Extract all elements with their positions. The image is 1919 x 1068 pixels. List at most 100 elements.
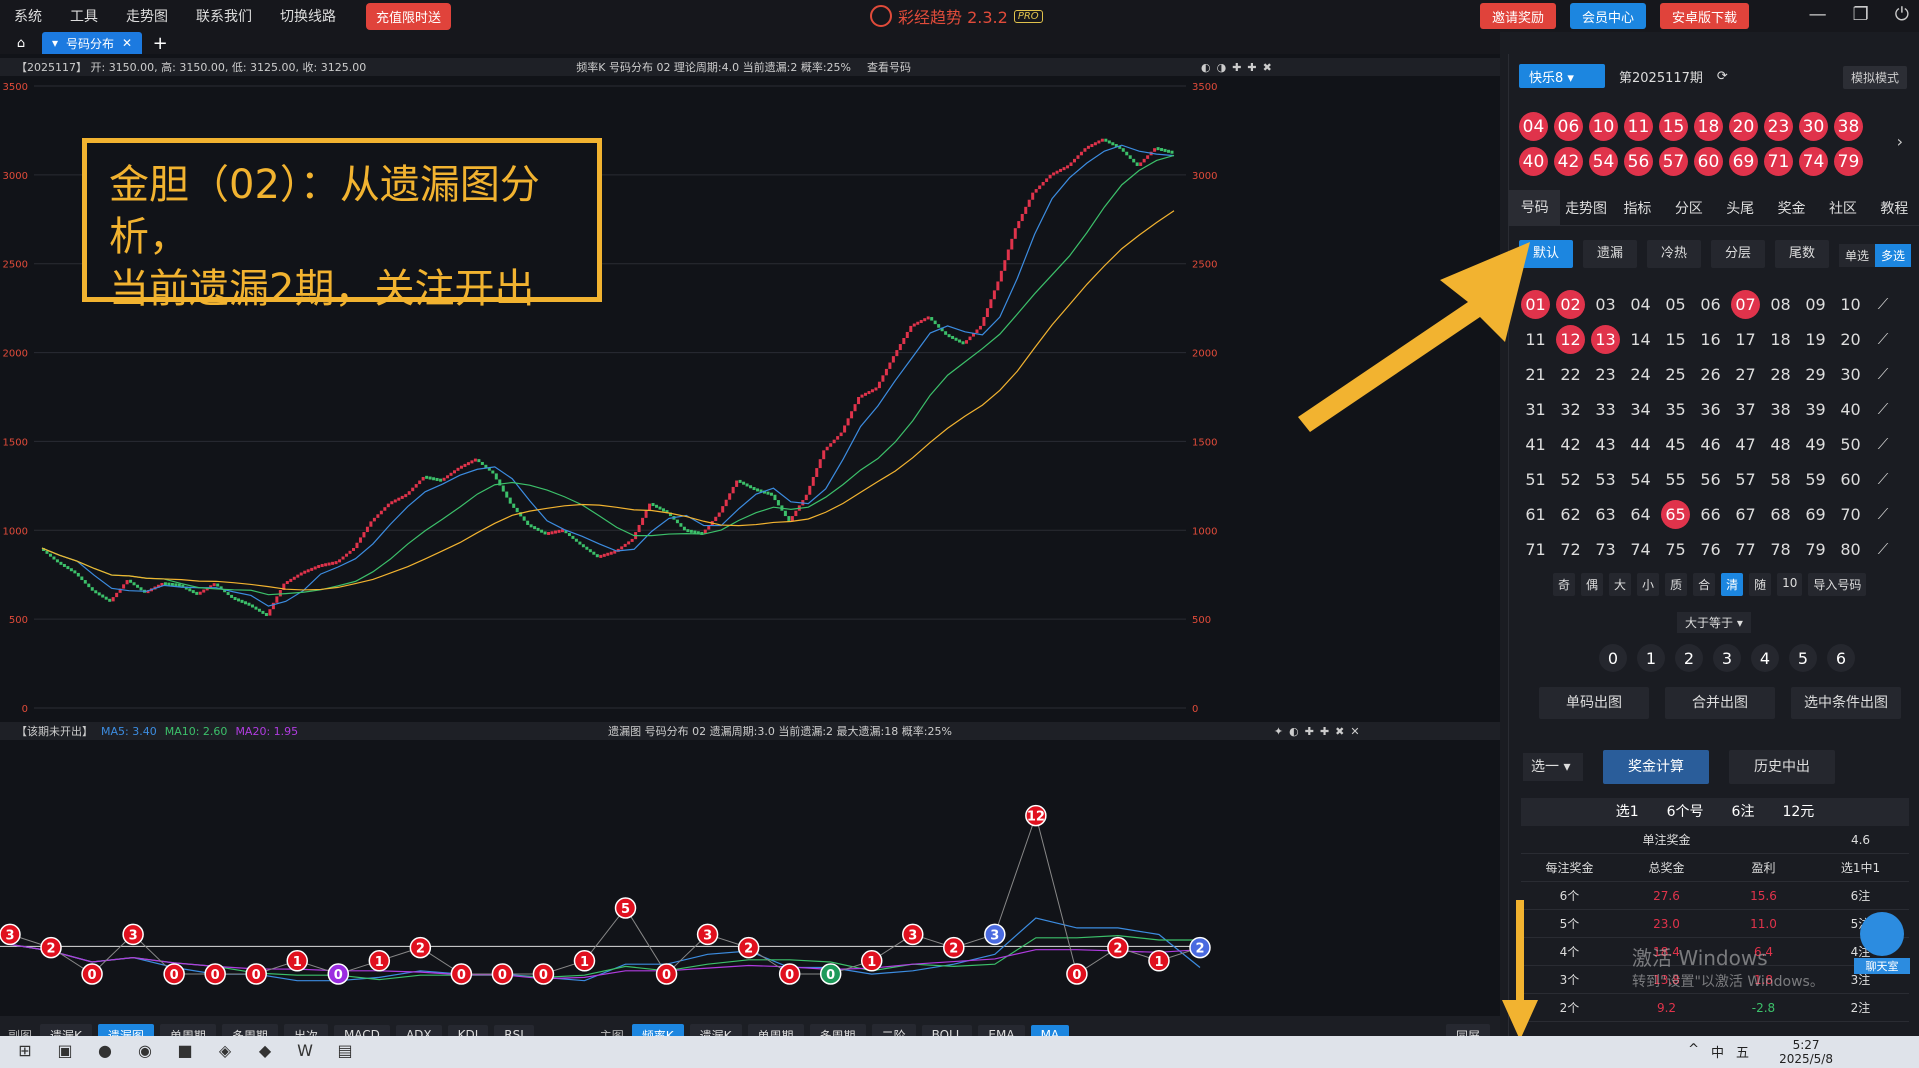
number-cell[interactable]: 38 [1766,395,1795,424]
number-cell[interactable]: 15 [1661,325,1690,354]
number-cell[interactable]: 46 [1696,430,1725,459]
tray-chevron-icon[interactable]: ^ [1688,1042,1699,1061]
menu-system[interactable]: 系统 [14,6,42,26]
number-cell[interactable]: 79 [1801,535,1830,564]
sub-tab[interactable]: 分层 [1711,240,1765,268]
number-cell[interactable]: 62 [1556,500,1585,529]
single-select-button[interactable]: 单选 [1838,244,1875,267]
number-cell[interactable]: 33 [1591,395,1620,424]
number-cell[interactable]: 80 [1836,535,1865,564]
number-cell[interactable]: 77 [1731,535,1760,564]
wechat-icon[interactable]: ● [90,1041,120,1063]
number-cell[interactable]: 71 [1521,535,1550,564]
count-button[interactable]: 4 [1751,644,1779,672]
number-cell[interactable]: 48 [1766,430,1795,459]
minimize-icon[interactable]: — [1809,4,1827,25]
number-cell[interactable]: 12 [1556,325,1585,354]
filter-button[interactable]: 清 [1721,573,1744,596]
number-cell[interactable]: 36 [1696,395,1725,424]
filter-button[interactable]: 随 [1749,573,1772,596]
filter-button[interactable]: 小 [1637,573,1660,596]
menu-tools[interactable]: 工具 [70,6,98,26]
number-cell[interactable]: 64 [1626,500,1655,529]
number-cell[interactable]: 17 [1731,325,1760,354]
nav-tab[interactable]: 奖金 [1766,198,1817,218]
number-cell[interactable]: 47 [1731,430,1760,459]
sub-tab[interactable]: 遗漏 [1583,240,1637,268]
chevron-right-icon[interactable]: › [1897,132,1903,151]
number-cell[interactable]: 03 [1591,290,1620,319]
nav-tab[interactable]: 教程 [1869,198,1919,218]
number-cell[interactable]: 07 [1731,290,1760,319]
number-cell[interactable]: 50 [1836,430,1865,459]
number-cell[interactable]: 51 [1521,465,1550,494]
trend-chart-icon[interactable]: ⟋ [1871,330,1895,350]
number-cell[interactable]: 63 [1591,500,1620,529]
count-button[interactable]: 0 [1599,644,1627,672]
number-cell[interactable]: 76 [1696,535,1725,564]
number-cell[interactable]: 56 [1696,465,1725,494]
power-icon[interactable]: ⏻ [1895,4,1909,25]
count-button[interactable]: 5 [1789,644,1817,672]
number-cell[interactable]: 60 [1836,465,1865,494]
invite-button[interactable]: 邀请奖励 [1479,3,1556,29]
number-cell[interactable]: 49 [1801,430,1830,459]
filter-button[interactable]: 导入号码 [1808,573,1867,596]
number-cell[interactable]: 37 [1731,395,1760,424]
number-cell[interactable]: 04 [1626,290,1655,319]
nav-tab[interactable]: 分区 [1663,198,1714,218]
filter-button[interactable]: 合 [1693,573,1716,596]
number-cell[interactable]: 20 [1836,325,1865,354]
count-button[interactable]: 2 [1675,644,1703,672]
number-cell[interactable]: 53 [1591,465,1620,494]
number-cell[interactable]: 68 [1766,500,1795,529]
number-cell[interactable]: 18 [1766,325,1795,354]
tab-number-distribution[interactable]: ▾ 号码分布 ✕ [42,32,143,54]
number-cell[interactable]: 42 [1556,430,1585,459]
single-output-button[interactable]: 单码出图 [1539,687,1649,719]
number-cell[interactable]: 06 [1696,290,1725,319]
number-cell[interactable]: 24 [1626,360,1655,389]
browser-icon[interactable]: ◉ [130,1041,160,1063]
close-icon[interactable]: ✕ [122,36,132,50]
history-button[interactable]: 历史中出 [1729,750,1835,784]
number-cell[interactable]: 66 [1696,500,1725,529]
qq-icon[interactable]: ◆ [250,1041,280,1063]
trend-chart-icon[interactable]: ⟋ [1871,365,1895,385]
count-button[interactable]: 1 [1637,644,1665,672]
number-cell[interactable]: 27 [1731,360,1760,389]
promo-button[interactable]: 充值限时送 [366,2,452,30]
number-cell[interactable]: 75 [1661,535,1690,564]
lottery-app-icon[interactable]: ◈ [210,1041,240,1063]
number-cell[interactable]: 39 [1801,395,1830,424]
number-cell[interactable]: 74 [1626,535,1655,564]
number-cell[interactable]: 23 [1591,360,1620,389]
trend-chart-icon[interactable]: ⟋ [1871,540,1895,560]
number-cell[interactable]: 43 [1591,430,1620,459]
number-cell[interactable]: 34 [1626,395,1655,424]
mock-mode-button[interactable]: 模拟模式 [1842,66,1907,89]
nav-tab[interactable]: 指标 [1612,198,1663,218]
android-download-button[interactable]: 安卓版下载 [1659,3,1749,29]
number-cell[interactable]: 61 [1521,500,1550,529]
condition-select[interactable]: 大于等于 ▾ [1677,612,1751,633]
number-cell[interactable]: 55 [1661,465,1690,494]
number-cell[interactable]: 19 [1801,325,1830,354]
filter-button[interactable]: 大 [1609,573,1632,596]
number-cell[interactable]: 30 [1836,360,1865,389]
number-cell[interactable]: 59 [1801,465,1830,494]
menu-contact[interactable]: 联系我们 [196,6,252,26]
filter-button[interactable]: 质 [1665,573,1688,596]
tray-ime-mode[interactable]: 五 [1736,1042,1749,1061]
number-cell[interactable]: 22 [1556,360,1585,389]
menu-trend[interactable]: 走势图 [126,6,168,26]
trend-chart-icon[interactable]: ⟋ [1871,435,1895,455]
file-icon[interactable]: ▤ [330,1041,360,1063]
number-cell[interactable]: 16 [1696,325,1725,354]
tray-ime[interactable]: 中 [1711,1042,1724,1061]
add-tab-icon[interactable]: + [142,33,178,54]
number-cell[interactable]: 26 [1696,360,1725,389]
number-cell[interactable]: 14 [1626,325,1655,354]
number-cell[interactable]: 35 [1661,395,1690,424]
number-cell[interactable]: 54 [1626,465,1655,494]
